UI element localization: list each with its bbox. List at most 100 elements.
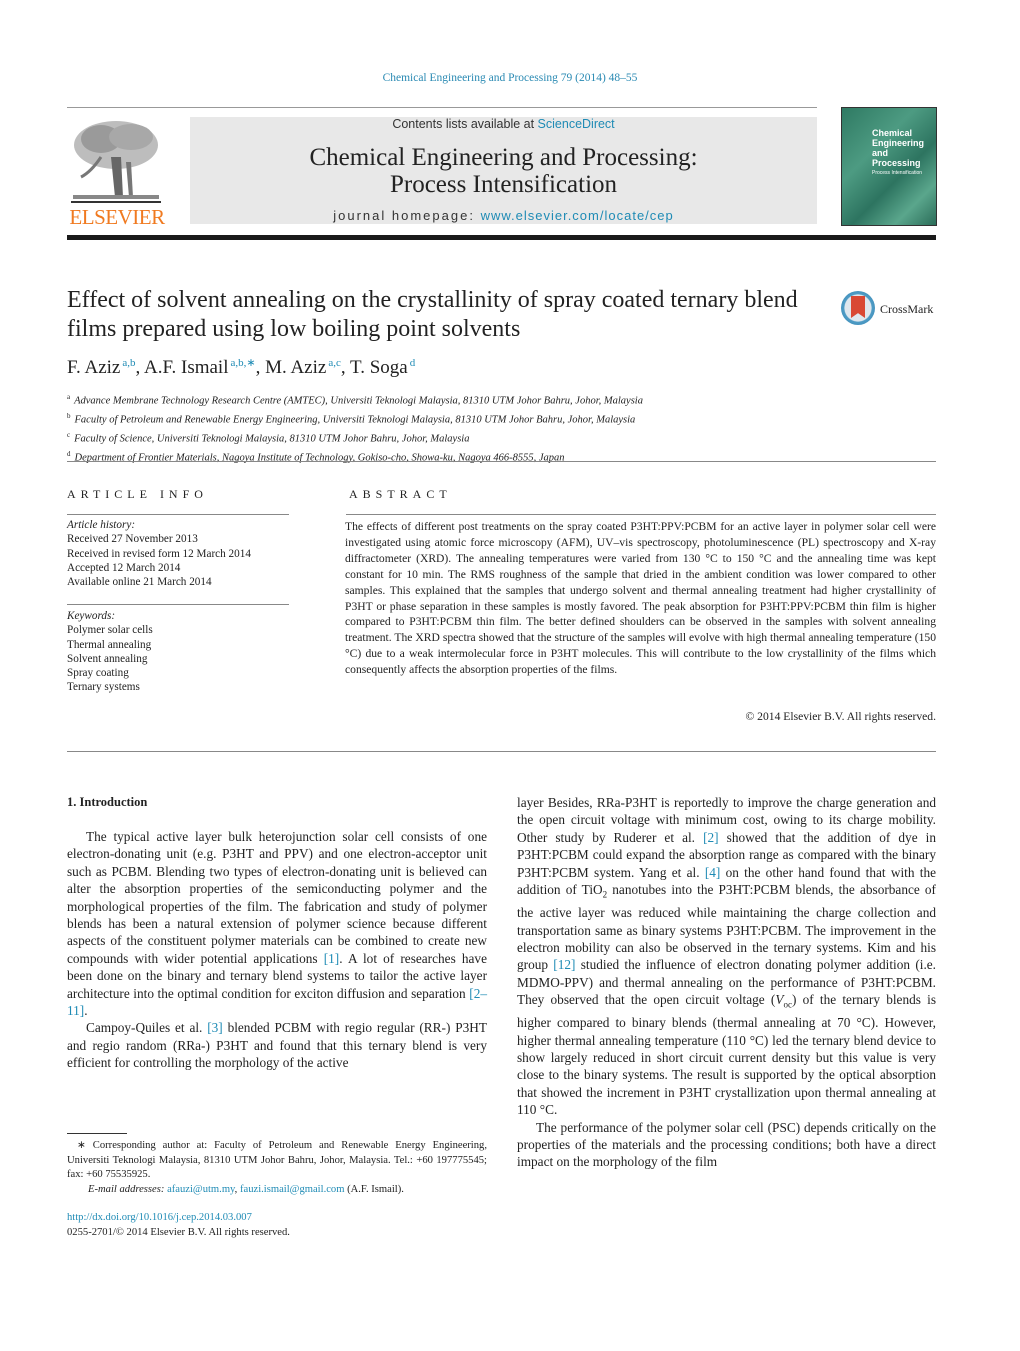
affiliation-item: a Advance Membrane Technology Research Ce… [67,390,937,409]
citation-link[interactable]: [1] [324,951,340,966]
affiliation-key: d [67,450,71,458]
author-separator: , [255,357,266,378]
author-name[interactable]: M. Aziz [265,357,326,378]
abstract-rule [346,514,936,515]
keyword-item: Spray coating [67,667,129,680]
doi-block: http://dx.doi.org/10.1016/j.cep.2014.03.… [67,1211,290,1240]
citation-link[interactable]: [2] [703,830,719,845]
email-link[interactable]: afauzi@utm.my [167,1184,235,1195]
cover-title-line: Processing [872,158,921,168]
keyword-item: Polymer solar cells [67,624,153,637]
article-title: Effect of solvent annealing on the cryst… [67,287,798,342]
homepage-prefix: journal homepage: [333,208,481,223]
citation-link[interactable]: [4] [705,865,721,880]
keyword-item: Thermal annealing [67,638,152,651]
journal-title: Chemical Engineering and Processing: Pro… [190,144,817,198]
paragraph-text: Campoy-Quiles et al. [86,1020,208,1036]
body-left-column: The typical active layer bulk heterojunc… [67,828,487,1072]
author-list: F. Aziz a,b, A.F. Ismail a,b,∗, M. Aziz a,c… [67,356,415,379]
paragraph: Campoy-Quiles et al. [3] blended PCBM wi… [67,1019,487,1071]
cover-title: Chemical Engineering and Processing [872,128,924,168]
affiliation-text: Faculty of Science, Universiti Teknologi… [74,433,470,445]
issn-rights: 0255-2701/© 2014 Elsevier B.V. All right… [67,1226,290,1238]
author-separator: , [340,357,350,378]
author-affiliation-sup[interactable]: a,c [328,357,341,369]
article-history: Article history: Received 27 November 20… [67,518,297,589]
crossmark-badge[interactable]: CrossMark [841,291,941,331]
keywords-rule [67,604,289,605]
section-divider [67,461,936,462]
homepage-line: journal homepage: www.elsevier.com/locat… [190,208,817,223]
paragraph: The performance of the polymer solar cel… [517,1119,936,1171]
corresponding-author-text: ∗ Corresponding author at: Faculty of Pe… [67,1140,487,1180]
crossmark-icon [841,291,875,325]
history-item: Received 27 November 2013 [67,533,198,546]
abstract-copyright: © 2014 Elsevier B.V. All rights reserved… [745,710,936,723]
affiliation-key: a [67,393,71,401]
journal-title-line1: Chemical Engineering and Processing: [309,144,698,171]
body-divider [67,751,936,752]
paragraph-text: The typical active layer bulk heterojunc… [67,829,487,966]
contents-line: Contents lists available at ScienceDirec… [190,117,817,131]
keywords: Keywords: Polymer solar cells Thermal an… [67,609,297,695]
affiliation-key: c [67,431,71,439]
corresponding-author-note: ∗ Corresponding author at: Faculty of Pe… [67,1139,487,1183]
affiliation-text: Faculty of Petroleum and Renewable Energ… [74,414,636,426]
journal-title-line2: Process Intensification [389,171,618,198]
cover-title-line: and [872,148,889,158]
cover-title-line: Engineering [872,138,925,148]
subscript: oc [783,999,792,1010]
abstract-heading: ABSTRACT [349,487,452,501]
header-thick-rule [67,235,936,240]
history-item: Received in revised form 12 March 2014 [67,547,251,560]
email-link[interactable]: fauzi.ismail@gmail.com [240,1184,344,1195]
header-rule [67,107,817,108]
author-name[interactable]: F. Aziz [67,357,120,378]
history-item: Accepted 12 March 2014 [67,561,181,574]
email-suffix: (A.F. Ismail). [344,1183,404,1195]
elsevier-wordmark: ELSEVIER [69,205,165,229]
affiliation-item: d Department of Frontier Materials, Nagoy… [67,447,937,466]
journal-reference[interactable]: Chemical Engineering and Processing 79 (… [0,72,1020,84]
author-affiliation-sup[interactable]: d [410,357,416,369]
citation-link[interactable]: [12] [553,957,575,972]
paragraph-text: ) of the ternary blends is higher compar… [517,992,936,1118]
elsevier-logo[interactable]: ELSEVIER [67,117,167,229]
paragraph-text: The performance of the polymer solar cel… [517,1119,936,1170]
history-item: Available online 21 March 2014 [67,576,212,589]
affiliation-list: a Advance Membrane Technology Research Ce… [67,390,937,466]
affiliation-item: b Faculty of Petroleum and Renewable Ener… [67,409,937,428]
contents-prefix: Contents lists available at [392,117,538,131]
journal-homepage-link[interactable]: www.elsevier.com/locate/cep [481,208,674,223]
author-affiliation-sup[interactable]: a,b [122,357,135,369]
section-heading-introduction: 1. Introduction [67,795,148,809]
journal-masthead: Contents lists available at ScienceDirec… [190,117,817,224]
article-info-heading: ARTICLE INFO [67,487,208,501]
doi-link[interactable]: http://dx.doi.org/10.1016/j.cep.2014.03.… [67,1212,252,1223]
paragraph: The typical active layer bulk heterojunc… [67,828,487,1019]
crossmark-ribbon-icon [851,296,865,318]
abstract-text: The effects of different post treatments… [345,520,936,677]
affiliation-text: Advance Membrane Technology Research Cen… [74,395,643,407]
sciencedirect-link[interactable]: ScienceDirect [538,117,615,131]
citation-link[interactable]: [3] [207,1020,223,1035]
paragraph: layer Besides, RRa-P3HT is reportedly to… [517,794,936,1119]
article-info-rule [67,514,289,515]
paragraph-text: . [84,1003,88,1019]
email-line: E-mail addresses: afauzi@utm.my, fauzi.i… [67,1183,487,1198]
cover-title-line: Chemical [872,128,913,138]
author-name[interactable]: T. Soga [350,357,408,378]
author-separator: , [135,357,144,378]
article-history-label: Article history: [67,519,136,531]
body-right-column: layer Besides, RRa-P3HT is reportedly to… [517,794,936,1171]
journal-cover-thumbnail[interactable]: Chemical Engineering and Processing Proc… [841,107,937,226]
author-name[interactable]: A.F. Ismail [144,357,229,378]
affiliation-item: c Faculty of Science, Universiti Teknolog… [67,428,937,447]
keyword-item: Ternary systems [67,681,140,694]
footnote-rule [67,1133,127,1134]
keyword-item: Solvent annealing [67,652,148,665]
affiliation-key: b [67,412,71,420]
email-label: E-mail addresses: [88,1183,168,1195]
tree-icon [71,117,161,203]
author-affiliation-sup[interactable]: a,b,∗ [230,357,255,369]
